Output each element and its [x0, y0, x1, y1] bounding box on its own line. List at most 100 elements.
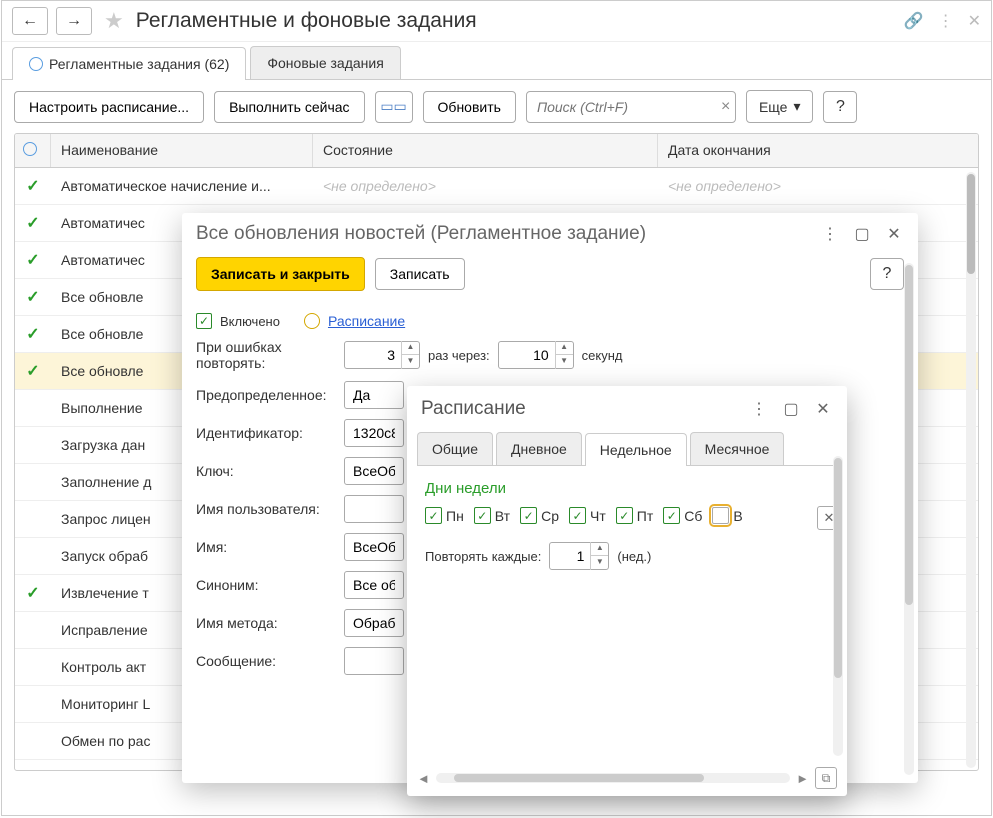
- tab-common[interactable]: Общие: [417, 432, 493, 465]
- retry-label: При ошибках повторять:: [196, 339, 336, 371]
- icon-button[interactable]: ▭▭: [375, 91, 413, 123]
- tab-daily[interactable]: Дневное: [496, 432, 582, 465]
- kebab-icon[interactable]: ⋮: [749, 399, 769, 419]
- kebab-icon[interactable]: ⋮: [820, 224, 840, 244]
- kebab-icon[interactable]: ⋮: [938, 11, 954, 31]
- spin-down-icon[interactable]: ▼: [402, 355, 419, 369]
- spin-up-icon[interactable]: ▲: [556, 341, 573, 355]
- weekday-label: Ср: [541, 508, 559, 524]
- row-name: Автоматическое начисление и...: [51, 178, 313, 194]
- search-clear-icon[interactable]: ×: [721, 98, 730, 116]
- synonym-field[interactable]: [344, 571, 404, 599]
- more-button[interactable]: Еще ▾: [746, 90, 814, 123]
- row-check-icon: ✓: [15, 176, 51, 196]
- search-input[interactable]: [535, 98, 721, 116]
- save-close-button[interactable]: Записать и закрыть: [196, 257, 365, 291]
- modal-help-button[interactable]: ?: [870, 258, 904, 290]
- retry-interval-input[interactable]: ▲▼: [498, 341, 574, 369]
- grid-vscroll-thumb[interactable]: [967, 174, 975, 274]
- forward-button[interactable]: →: [56, 7, 92, 35]
- message-field[interactable]: [344, 647, 404, 675]
- modal2-vscroll-thumb[interactable]: [834, 458, 842, 678]
- weekday-checkbox[interactable]: ✓: [425, 507, 442, 524]
- key-field[interactable]: [344, 457, 404, 485]
- tab-weekly[interactable]: Недельное: [585, 433, 687, 466]
- name-field[interactable]: [344, 533, 404, 561]
- expand-icon[interactable]: ⧉: [815, 767, 837, 789]
- col-state-header[interactable]: Состояние: [313, 134, 658, 167]
- weekday-checkbox[interactable]: ✓: [663, 507, 680, 524]
- modal2-hscroll-thumb[interactable]: [454, 774, 704, 782]
- retry-interval-field[interactable]: [499, 347, 555, 363]
- chevron-down-icon: ▾: [793, 98, 800, 115]
- run-now-button[interactable]: Выполнить сейчас: [214, 91, 364, 123]
- tab-monthly[interactable]: Месячное: [690, 432, 785, 465]
- modal2-hscroll[interactable]: [436, 773, 790, 783]
- save-button[interactable]: Записать: [375, 258, 465, 290]
- weekday-checkbox[interactable]: ✓: [616, 507, 633, 524]
- schedule-link[interactable]: Расписание: [328, 313, 405, 329]
- help-button[interactable]: ?: [823, 91, 857, 123]
- grid-vscroll[interactable]: [966, 172, 976, 768]
- table-row[interactable]: ✓Автоматическое начисление и...<не опред…: [15, 168, 978, 205]
- id-field[interactable]: [344, 419, 404, 447]
- weekday-item[interactable]: ✓Пн: [425, 507, 464, 524]
- maximize-icon[interactable]: ▢: [781, 399, 801, 419]
- row-state: <не определено>: [313, 178, 658, 194]
- weekday-checkbox[interactable]: [712, 507, 729, 524]
- method-field[interactable]: [344, 609, 404, 637]
- spin-up-icon[interactable]: ▲: [591, 542, 608, 556]
- weekday-item[interactable]: ✓Ср: [520, 507, 559, 524]
- row-check-icon: ✓: [15, 768, 51, 771]
- weekday-item[interactable]: ✓Сб: [663, 507, 702, 524]
- tab-scheduled[interactable]: Регламентные задания (62): [12, 47, 246, 80]
- retry-count-field[interactable]: [345, 347, 401, 363]
- weekday-checkbox[interactable]: ✓: [520, 507, 537, 524]
- modal2-vscroll[interactable]: [833, 456, 843, 756]
- weekday-item[interactable]: В: [712, 507, 742, 524]
- enabled-checkbox[interactable]: ✓: [196, 313, 212, 329]
- weekday-checkbox[interactable]: ✓: [474, 507, 491, 524]
- back-button[interactable]: ←: [12, 7, 48, 35]
- weekday-checkbox[interactable]: ✓: [569, 507, 586, 524]
- weekday-item[interactable]: ✓Вт: [474, 507, 510, 524]
- modal2-bottom-bar: ◄ ► ⧉: [417, 764, 837, 792]
- username-field[interactable]: [344, 495, 404, 523]
- scroll-left-icon[interactable]: ◄: [417, 771, 430, 786]
- tab-background[interactable]: Фоновые задания: [250, 46, 400, 79]
- refresh-button[interactable]: Обновить: [423, 91, 516, 123]
- repeat-weeks-input[interactable]: ▲▼: [549, 542, 609, 570]
- close-icon[interactable]: ✕: [968, 11, 981, 31]
- star-icon[interactable]: ★: [104, 8, 124, 34]
- repeat-weeks-field[interactable]: [550, 548, 590, 564]
- spin-up-icon[interactable]: ▲: [402, 341, 419, 355]
- weekday-label: Вт: [495, 508, 510, 524]
- seconds-label: секунд: [582, 348, 623, 363]
- method-label: Имя метода:: [196, 615, 336, 631]
- key-label: Ключ:: [196, 463, 336, 479]
- row-check-icon: ✓: [15, 583, 51, 603]
- spin-down-icon[interactable]: ▼: [591, 556, 608, 570]
- window-icons: 🔗 ⋮ ✕: [904, 11, 981, 31]
- weekday-item[interactable]: ✓Чт: [569, 507, 606, 524]
- scroll-right-icon[interactable]: ►: [796, 771, 809, 786]
- col-name-header[interactable]: Наименование: [51, 134, 313, 167]
- search-box[interactable]: ×: [526, 91, 736, 123]
- name-label: Имя:: [196, 539, 336, 555]
- close-icon[interactable]: ✕: [884, 224, 904, 244]
- retry-count-input[interactable]: ▲▼: [344, 341, 420, 369]
- predefined-field[interactable]: [344, 381, 404, 409]
- modal1-vscroll[interactable]: [904, 263, 914, 775]
- modal1-vscroll-thumb[interactable]: [905, 265, 913, 605]
- schedule-modal-body: Дни недели ✓Пн✓Вт✓Ср✓Чт✓Пт✓СбВ Повторять…: [407, 466, 847, 594]
- repeat-label: Повторять каждые:: [425, 549, 541, 564]
- configure-schedule-button[interactable]: Настроить расписание...: [14, 91, 204, 123]
- col-date-header[interactable]: Дата окончания: [658, 134, 978, 167]
- close-icon[interactable]: ✕: [813, 399, 833, 419]
- main-window: ← → ★ Регламентные и фоновые задания 🔗 ⋮…: [1, 0, 992, 816]
- maximize-icon[interactable]: ▢: [852, 224, 872, 244]
- schedule-modal-title: Расписание: [421, 398, 737, 420]
- weekday-item[interactable]: ✓Пт: [616, 507, 653, 524]
- spin-down-icon[interactable]: ▼: [556, 355, 573, 369]
- link-icon[interactable]: 🔗: [904, 11, 924, 31]
